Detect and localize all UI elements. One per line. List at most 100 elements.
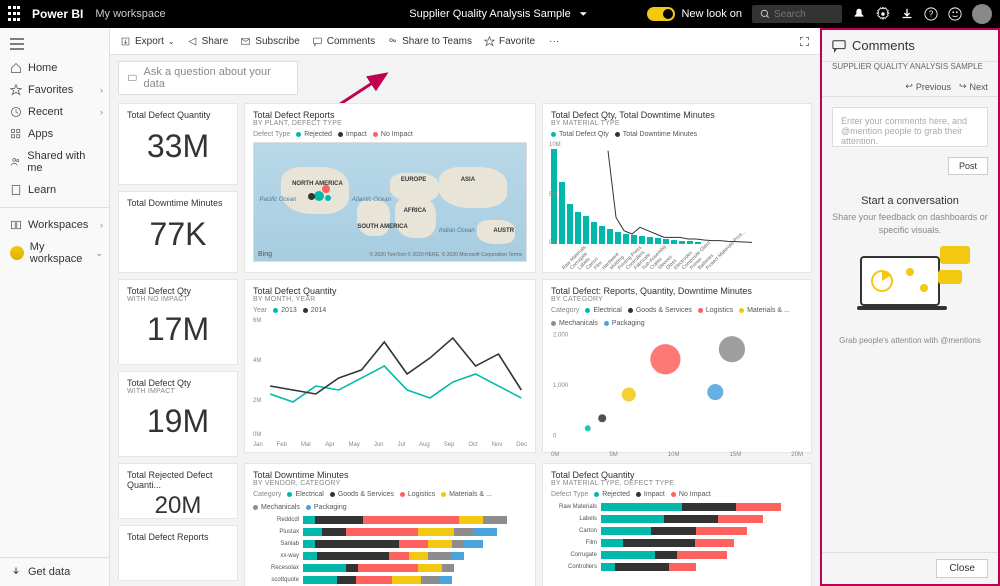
help-icon[interactable]: ?	[924, 7, 938, 21]
report-title-dropdown[interactable]: Supplier Quality Analysis Sample	[409, 7, 590, 21]
workspace-breadcrumb[interactable]: My workspace	[95, 8, 165, 20]
nav-recent[interactable]: Recent›	[0, 101, 109, 123]
avatar[interactable]	[972, 4, 992, 24]
chevron-right-icon: ›	[100, 220, 103, 230]
app-launcher-icon[interactable]	[8, 6, 24, 22]
bing-logo: Bing	[258, 251, 272, 258]
comments-title: Comments	[852, 38, 915, 53]
line-chart: 6M4M2M0M JanFebMarAprMayJunJulAugSepOctN…	[253, 318, 527, 438]
tile-defect-impact[interactable]: Total Defect Qty WITH IMPACT 19M	[118, 371, 238, 457]
next-button[interactable]: ↪ Next	[959, 81, 988, 92]
empty-title: Start a conversation	[832, 195, 988, 207]
book-icon	[10, 184, 22, 196]
svg-text:0: 0	[553, 434, 557, 440]
workspace-icon	[10, 246, 24, 260]
star-icon	[484, 36, 495, 47]
hamburger-icon[interactable]	[0, 34, 109, 57]
teams-button[interactable]: Share to Teams	[387, 36, 472, 47]
brand: Power BI	[32, 7, 83, 21]
tile-defect-by-month[interactable]: Total Defect Quantity BY MONTH, YEAR Yea…	[244, 279, 536, 453]
comments-panel: Comments SUPPLIER QUALITY ANALYSIS SAMPL…	[820, 28, 1000, 586]
chevron-down-icon	[577, 7, 591, 21]
world-map: NORTH AMERICA EUROPE ASIA AFRICA SOUTH A…	[253, 142, 527, 262]
qa-icon	[127, 73, 138, 84]
tile-total-downtime-min[interactable]: Total Downtime Minutes 77K	[118, 191, 238, 273]
tile-defect-reports[interactable]: Total Defect Reports	[118, 525, 238, 581]
search-box[interactable]	[752, 5, 842, 23]
stacked-bar-chart: ReddcdlPlustaxSanlabxx-wayRecesolaxscott…	[253, 515, 527, 585]
favorite-button[interactable]: Favorite	[484, 36, 535, 47]
search-input[interactable]	[774, 9, 834, 20]
star-icon	[10, 84, 22, 96]
report-toolbar: Export⌄ Share Subscribe Comments Share t…	[110, 28, 820, 55]
report-title: Supplier Quality Analysis Sample	[409, 8, 570, 20]
qa-placeholder: Ask a question about your data	[144, 66, 289, 90]
previous-button[interactable]: ↩ Previous	[905, 81, 951, 92]
tile-defect-no-impact[interactable]: Total Defect Qty WITH NO IMPACT 17M	[118, 279, 238, 365]
content: Export⌄ Share Subscribe Comments Share t…	[110, 28, 820, 586]
comment-icon	[832, 39, 846, 53]
apps-icon	[10, 128, 22, 140]
mention-hint: Grab people's attention with @mentions	[822, 336, 998, 345]
smile-icon[interactable]	[948, 7, 962, 21]
nav-apps[interactable]: Apps	[0, 123, 109, 145]
comments-button[interactable]: Comments	[312, 36, 375, 47]
people-icon	[10, 156, 21, 168]
svg-text:?: ?	[929, 10, 934, 19]
chevron-right-icon: ›	[100, 107, 103, 117]
tile-total-defect-qty[interactable]: Total Defect Quantity 33M	[118, 103, 238, 185]
gear-icon[interactable]	[876, 7, 890, 21]
tile-defect-material-type[interactable]: Total Defect Quantity BY MATERIAL TYPE, …	[542, 463, 812, 586]
bar-chart: 10M5M0M Raw MaterialsCorrugateLabelsCart…	[551, 144, 803, 244]
scatter-chart: 01,0002,000	[551, 327, 803, 447]
share-button[interactable]: Share	[187, 36, 229, 47]
left-nav: Home Favorites› Recent› Apps Shared with…	[0, 28, 110, 586]
nav-favorites[interactable]: Favorites›	[0, 79, 109, 101]
new-look-toggle[interactable]: New look on	[647, 7, 742, 21]
get-data-icon	[10, 566, 22, 578]
nav-learn[interactable]: Learn	[0, 179, 109, 201]
workspaces-icon	[10, 219, 22, 231]
download-icon[interactable]	[900, 7, 914, 21]
export-icon	[120, 36, 131, 47]
mail-icon	[240, 36, 251, 47]
empty-subtitle: Share your feedback on dashboards or spe…	[832, 211, 988, 236]
svg-text:2,000: 2,000	[553, 333, 569, 339]
subscribe-button[interactable]: Subscribe	[240, 36, 299, 47]
search-icon	[760, 7, 770, 21]
new-look-label: New look on	[681, 8, 742, 20]
expand-icon	[799, 36, 810, 47]
close-button[interactable]: Close	[936, 559, 988, 578]
empty-illustration	[850, 246, 970, 316]
clock-icon	[10, 106, 22, 118]
share-icon	[187, 36, 198, 47]
nav-workspaces[interactable]: Workspaces›	[0, 214, 109, 236]
toggle-switch-icon	[647, 7, 675, 21]
stacked-bar-chart: Raw MaterialsLabelsCartonFilmCorrugateCo…	[551, 502, 803, 572]
chevron-right-icon: ›	[100, 85, 103, 95]
nav-my-workspace[interactable]: My workspace⌄	[0, 236, 109, 270]
comments-subtitle: SUPPLIER QUALITY ANALYSIS SAMPLE	[822, 62, 998, 77]
comment-input[interactable]: Enter your comments here, and @mention p…	[832, 107, 988, 147]
qa-input[interactable]: Ask a question about your data	[118, 61, 298, 95]
home-icon	[10, 62, 22, 74]
nav-shared[interactable]: Shared with me	[0, 145, 109, 179]
tile-downtime-vendor[interactable]: Total Downtime Minutes BY VENDOR, CATEGO…	[244, 463, 536, 586]
nav-home[interactable]: Home	[0, 57, 109, 79]
dashboard-canvas: Total Defect Quantity 33M Total Downtime…	[110, 103, 820, 586]
nav-get-data[interactable]: Get data	[0, 557, 109, 586]
chevron-down-icon: ⌄	[95, 248, 103, 259]
tile-scatter[interactable]: Total Defect: Reports, Quantity, Downtim…	[542, 279, 812, 453]
bell-icon[interactable]	[852, 7, 866, 21]
more-button[interactable]: ···	[549, 36, 559, 47]
tile-defect-by-material[interactable]: Total Defect Qty, Total Downtime Minutes…	[542, 103, 812, 273]
export-button[interactable]: Export⌄	[120, 36, 175, 47]
expand-button[interactable]	[799, 36, 810, 47]
tile-rejected-qty[interactable]: Total Rejected Defect Quanti... 20M	[118, 463, 238, 519]
post-button[interactable]: Post	[948, 157, 988, 175]
teams-icon	[387, 36, 398, 47]
comment-icon	[312, 36, 323, 47]
map-legend: Defect Type Rejected Impact No Impact	[253, 131, 527, 138]
tile-map[interactable]: Total Defect Reports BY PLANT, DEFECT TY…	[244, 103, 536, 273]
topbar: Power BI My workspace Supplier Quality A…	[0, 0, 1000, 28]
